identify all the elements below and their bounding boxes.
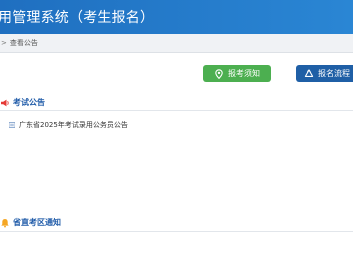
announcement-link[interactable]: 广东省2025年考试录用公务员公告 [19, 120, 128, 130]
exam-notice-button[interactable]: 报考须知 [203, 65, 271, 82]
breadcrumb-separator: > [1, 39, 7, 47]
section-divider [0, 231, 353, 232]
section-divider [0, 110, 353, 111]
provincial-notices-heading: 省直考区通知 [0, 217, 61, 228]
document-list-icon [9, 122, 15, 128]
announcement-item[interactable]: 广东省2025年考试录用公务员公告 [9, 120, 128, 130]
provincial-notices-title: 省直考区通知 [13, 218, 61, 227]
main-content [0, 53, 353, 265]
bell-icon [1, 218, 9, 227]
location-pin-icon [215, 68, 223, 79]
app-title: 用管理系统（考生报名） [0, 10, 155, 26]
recycle-flow-icon [304, 68, 314, 77]
registration-process-label: 报名流程 [318, 69, 350, 78]
app-header: 用管理系统（考生报名） [0, 0, 353, 34]
exam-notice-label: 报考须知 [228, 69, 260, 78]
breadcrumb-current: 查看公告 [9, 39, 38, 47]
registration-process-button[interactable]: 报名流程 [296, 65, 353, 82]
breadcrumb: > 查看公告 [0, 34, 353, 53]
exam-announcements-heading: 考试公告 [0, 97, 45, 108]
exam-announcements-title: 考试公告 [13, 98, 45, 107]
megaphone-icon [1, 99, 9, 106]
